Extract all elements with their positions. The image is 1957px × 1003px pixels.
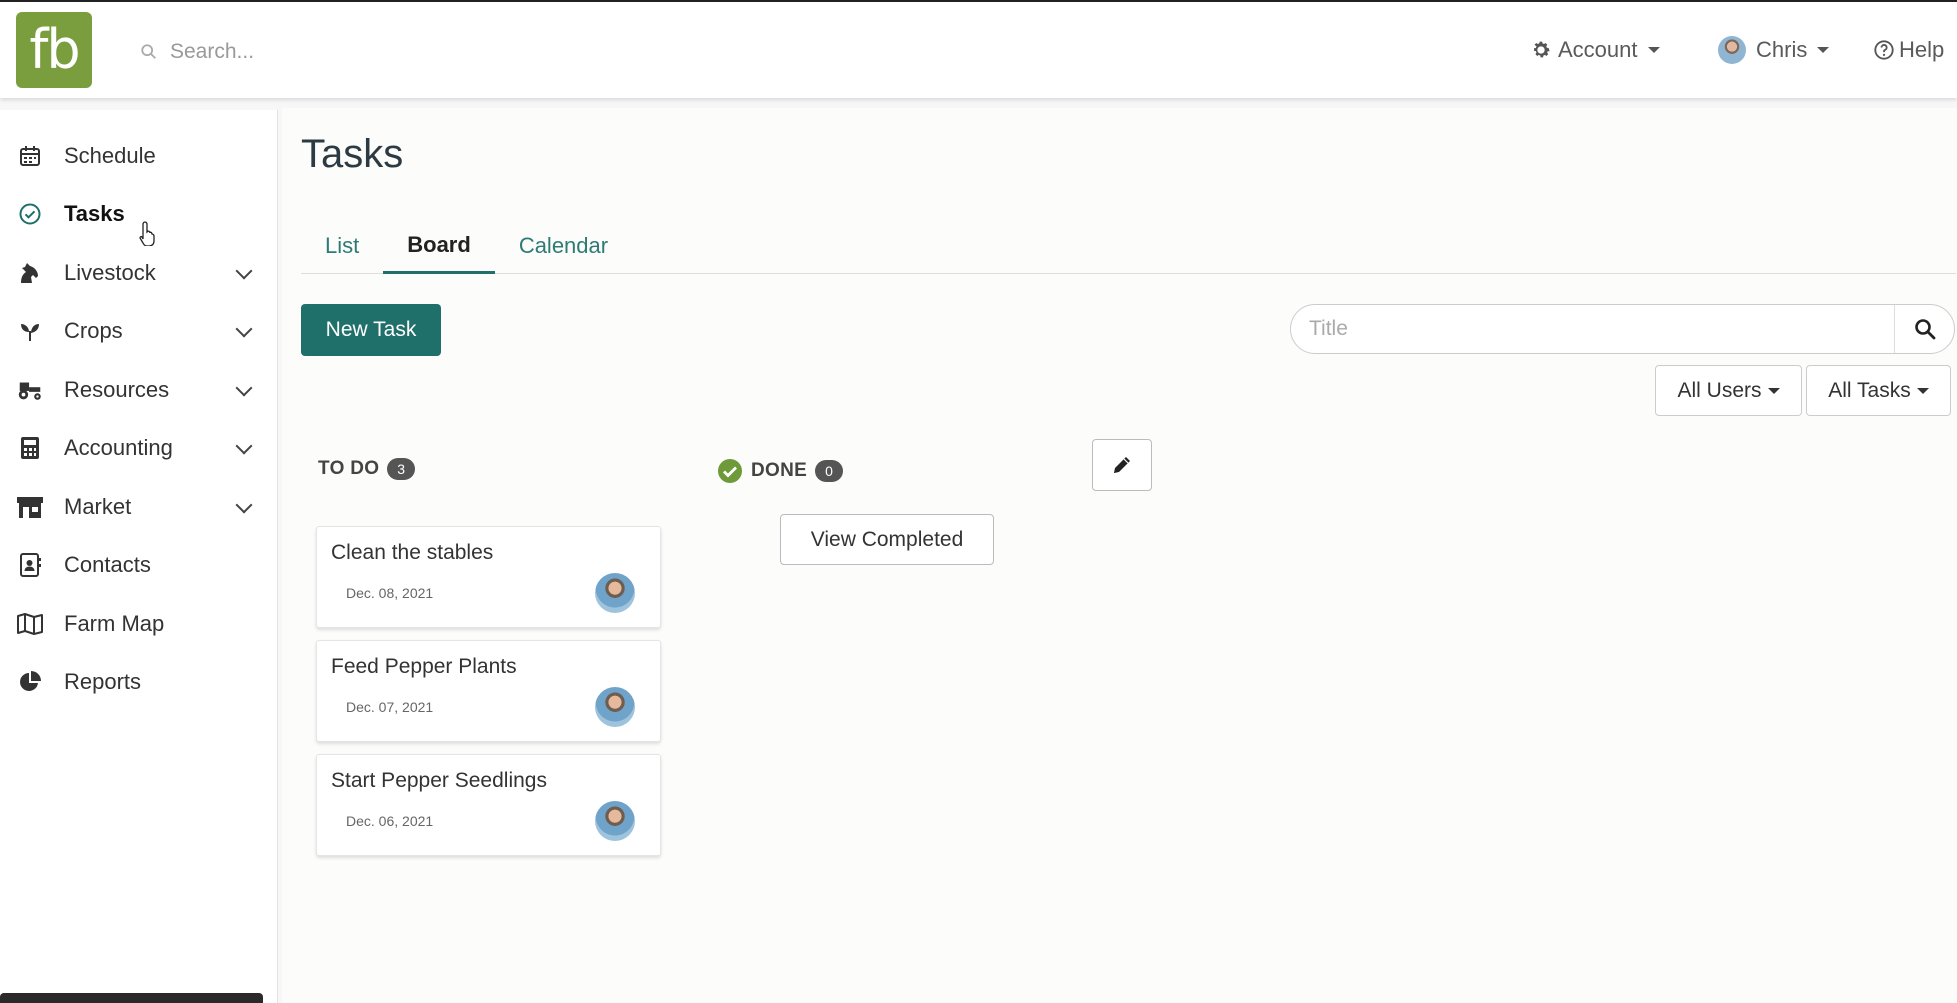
task-date: Dec. 08, 2021 [346, 585, 434, 601]
store-icon [16, 493, 44, 521]
hand-cursor-icon [139, 221, 155, 246]
column-header-done: DONE 0 [717, 458, 844, 484]
pie-chart-icon [16, 668, 44, 696]
assignee-avatar [595, 687, 635, 727]
assignee-avatar [595, 573, 635, 613]
question-circle-icon [1874, 40, 1894, 60]
sidebar-item-reports[interactable]: Reports [0, 658, 278, 706]
calculator-icon [16, 434, 44, 462]
farmbrite-logo[interactable]: fb [16, 12, 92, 88]
sidebar-item-label: Resources [64, 377, 170, 402]
title-search-button[interactable] [1894, 305, 1954, 353]
gear-icon [1534, 41, 1550, 58]
task-card[interactable]: Start Pepper Seedlings Dec. 06, 2021 [316, 754, 661, 856]
chevron-down-icon [235, 262, 253, 280]
sidebar-footer-bar [0, 993, 263, 1003]
sidebar-item-contacts[interactable]: Contacts [0, 541, 278, 589]
task-title: Feed Pepper Plants [331, 655, 517, 678]
edit-columns-button[interactable] [1092, 439, 1152, 491]
sidebar-item-market[interactable]: Market [0, 483, 278, 531]
help-link[interactable]: Help [1873, 30, 1944, 70]
sidebar-item-label: Tasks [64, 201, 125, 226]
seedling-icon [16, 317, 44, 345]
sidebar-item-label: Livestock [64, 260, 156, 285]
chevron-down-icon [235, 379, 253, 397]
all-tasks-label: All Tasks [1828, 378, 1911, 402]
all-users-dropdown[interactable]: All Users [1655, 365, 1802, 416]
title-search [1290, 304, 1955, 354]
sidebar-item-farm-map[interactable]: Farm Map [0, 600, 278, 648]
all-users-label: All Users [1677, 378, 1762, 402]
top-bar: fb Account Chris Help [0, 0, 1957, 98]
sidebar-item-label: Contacts [64, 552, 151, 577]
check-circle-icon [16, 200, 44, 228]
sidebar-item-schedule[interactable]: Schedule [0, 132, 278, 180]
task-title: Clean the stables [331, 541, 494, 564]
count-badge: 0 [815, 460, 844, 482]
caret-down-icon [1916, 387, 1929, 394]
caret-down-icon [1767, 387, 1780, 394]
view-tabs: List Board Calendar [301, 218, 1956, 274]
new-task-button[interactable]: New Task [301, 304, 441, 356]
column-title: TO DO [318, 458, 380, 479]
chevron-down-icon [235, 320, 253, 338]
sidebar-item-label: Reports [64, 669, 142, 694]
check-circle-icon [718, 459, 742, 483]
column-title: DONE [751, 460, 808, 481]
account-menu[interactable]: Account [1530, 30, 1660, 70]
map-icon [16, 610, 44, 638]
global-search[interactable] [140, 32, 640, 72]
horse-icon [16, 259, 44, 287]
count-badge: 3 [387, 458, 416, 480]
assignee-avatar [595, 801, 635, 841]
all-tasks-dropdown[interactable]: All Tasks [1806, 365, 1951, 416]
sidebar-item-label: Market [64, 494, 132, 519]
chevron-down-icon [235, 496, 253, 514]
caret-down-icon [1817, 47, 1830, 53]
column-header-todo: TO DO 3 [318, 458, 416, 480]
sidebar-item-resources[interactable]: Resources [0, 366, 278, 414]
pencil-icon [1114, 457, 1130, 473]
sidebar-item-label: Schedule [64, 143, 156, 168]
sidebar-item-label: Accounting [64, 435, 173, 460]
task-title: Start Pepper Seedlings [331, 769, 547, 792]
tab-calendar[interactable]: Calendar [495, 218, 632, 274]
sidebar-item-label: Crops [64, 318, 123, 343]
tab-list[interactable]: List [301, 218, 383, 274]
main-content: Tasks List Board Calendar New Task All U… [282, 108, 1957, 1003]
sidebar-item-label: Farm Map [64, 611, 165, 636]
tab-board[interactable]: Board [383, 218, 495, 274]
search-icon [141, 44, 156, 59]
caret-down-icon [1647, 47, 1660, 53]
account-label: Account [1558, 37, 1638, 62]
page-title: Tasks [301, 132, 404, 176]
sidebar-item-crops[interactable]: Crops [0, 307, 278, 355]
title-search-input[interactable] [1291, 317, 1881, 341]
task-card[interactable]: Clean the stables Dec. 08, 2021 [316, 526, 661, 628]
task-card[interactable]: Feed Pepper Plants Dec. 07, 2021 [316, 640, 661, 742]
chevron-down-icon [235, 437, 253, 455]
address-book-icon [16, 551, 44, 579]
calendar-icon [16, 142, 44, 170]
task-date: Dec. 06, 2021 [346, 813, 434, 829]
help-label: Help [1899, 37, 1945, 62]
tractor-icon [16, 376, 44, 404]
search-input[interactable] [170, 40, 570, 64]
user-name: Chris [1756, 37, 1808, 62]
task-date: Dec. 07, 2021 [346, 699, 434, 715]
user-avatar [1718, 36, 1746, 64]
user-menu[interactable]: Chris [1718, 30, 1830, 70]
search-icon [1914, 319, 1935, 340]
view-completed-button[interactable]: View Completed [780, 514, 994, 565]
sidebar-item-livestock[interactable]: Livestock [0, 249, 278, 297]
sidebar-item-accounting[interactable]: Accounting [0, 424, 278, 472]
